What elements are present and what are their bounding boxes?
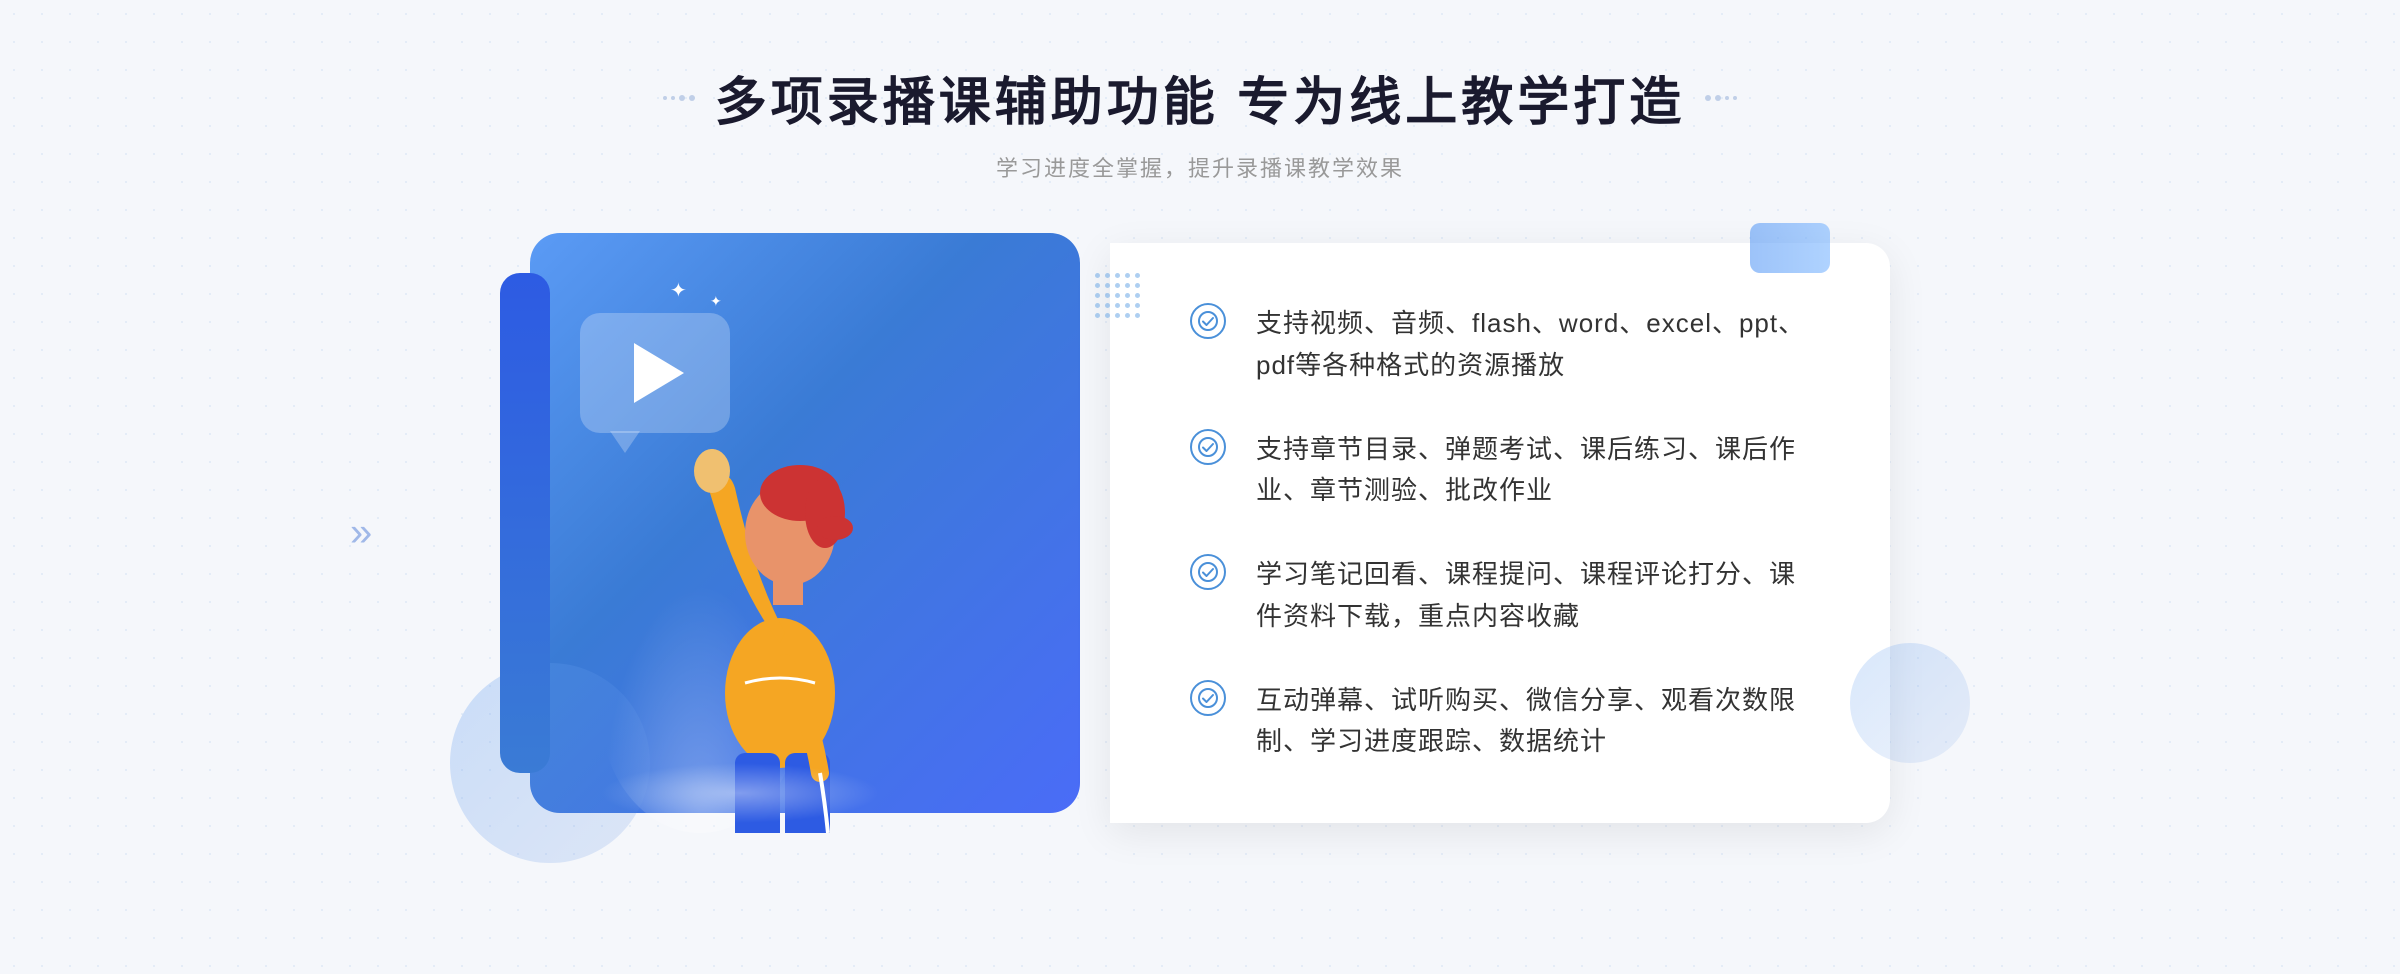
figure-illustration: [580, 313, 980, 833]
header-section: 多项录播课辅助功能 专为线上教学打造 学习进度全掌握，提升录播课教学效果: [663, 60, 1737, 183]
deco-dot: [1733, 96, 1737, 100]
deco-dot: [663, 96, 667, 100]
deco-dot: [1725, 96, 1729, 100]
header-decoration: 多项录播课辅助功能 专为线上教学打造: [663, 60, 1737, 135]
deco-dots-left: [663, 95, 695, 101]
deco-dot: [1715, 95, 1721, 101]
check-icon-1: [1190, 303, 1226, 339]
deco-dot: [671, 96, 675, 100]
check-icon-4: [1190, 680, 1226, 716]
glow-effect: [600, 763, 880, 823]
features-panel: 支持视频、音频、flash、word、excel、ppt、pdf等各种格式的资源…: [1110, 243, 1890, 823]
left-chevron-icon[interactable]: »: [350, 511, 372, 556]
feature-text-3: 学习笔记回看、课程提问、课程评论打分、课件资料下载，重点内容收藏: [1256, 554, 1810, 637]
main-title: 多项录播课辅助功能 专为线上教学打造: [715, 60, 1685, 135]
panel-top-decoration: [1750, 223, 1830, 273]
feature-item-3: 学习笔记回看、课程提问、课程评论打分、课件资料下载，重点内容收藏: [1190, 554, 1810, 637]
deco-dots-right: [1705, 95, 1737, 101]
deco-dot: [679, 95, 685, 101]
sparkle-icon-1: ✦: [670, 278, 687, 303]
deco-circle-small: [1850, 643, 1970, 763]
page-wrapper: 多项录播课辅助功能 专为线上教学打造 学习进度全掌握，提升录播课教学效果 »: [0, 0, 2400, 974]
feature-text-1: 支持视频、音频、flash、word、excel、ppt、pdf等各种格式的资源…: [1256, 303, 1810, 386]
sparkle-icon-2: ✦: [710, 293, 722, 310]
deco-dot: [1705, 95, 1711, 101]
feature-text-4: 互动弹幕、试听购买、微信分享、观看次数限制、学习进度跟踪、数据统计: [1256, 680, 1810, 763]
feature-text-2: 支持章节目录、弹题考试、课后练习、课后作业、章节测验、批改作业: [1256, 429, 1810, 512]
feature-item-1: 支持视频、音频、flash、word、excel、ppt、pdf等各种格式的资源…: [1190, 303, 1810, 386]
check-icon-3: [1190, 554, 1226, 590]
deco-stripes: [1095, 273, 1140, 323]
content-wrapper: »: [250, 233, 2150, 833]
feature-item-2: 支持章节目录、弹题考试、课后练习、课后作业、章节测验、批改作业: [1190, 429, 1810, 512]
card-accent-bar: [500, 273, 550, 773]
check-icon-2: [1190, 429, 1226, 465]
illustration-card: ✦ ✦: [500, 233, 1120, 833]
feature-item-4: 互动弹幕、试听购买、微信分享、观看次数限制、学习进度跟踪、数据统计: [1190, 680, 1810, 763]
deco-dot: [689, 95, 695, 101]
subtitle: 学习进度全掌握，提升录播课教学效果: [663, 151, 1737, 183]
